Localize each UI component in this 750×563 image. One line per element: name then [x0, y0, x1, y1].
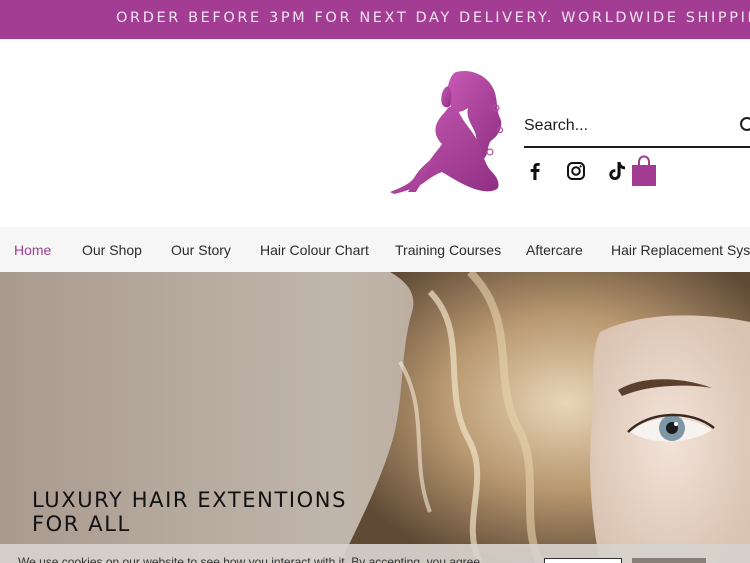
hero-heading: LUXURY HAIR EXTENTIONS FOR ALL: [32, 488, 347, 536]
search-input[interactable]: [524, 114, 724, 138]
cookie-text: We use cookies on our website to see how…: [18, 555, 481, 563]
cookie-accept-button[interactable]: [632, 558, 706, 563]
promo-banner: ORDER BEFORE 3PM FOR NEXT DAY DELIVERY. …: [0, 0, 750, 39]
tiktok-icon[interactable]: [606, 160, 628, 182]
shopping-bag-icon[interactable]: [631, 155, 657, 187]
nav-item-home[interactable]: Home: [14, 242, 51, 258]
cookie-settings-button[interactable]: [544, 558, 622, 563]
nav-item-our-shop[interactable]: Our Shop: [82, 242, 142, 258]
hero-heading-line2: FOR ALL: [32, 512, 131, 536]
nav-item-our-story[interactable]: Our Story: [171, 242, 231, 258]
hero-section: LUXURY HAIR EXTENTIONS FOR ALL: [0, 272, 750, 563]
promo-text: ORDER BEFORE 3PM FOR NEXT DAY DELIVERY. …: [116, 10, 750, 26]
brand-logo[interactable]: [386, 68, 514, 198]
nav-item-training-courses[interactable]: Training Courses: [395, 242, 501, 258]
hero-heading-line1: LUXURY HAIR EXTENTIONS: [32, 488, 348, 512]
nav-item-hair-colour-chart[interactable]: Hair Colour Chart: [260, 242, 369, 258]
facebook-icon[interactable]: [524, 160, 546, 182]
main-nav: Home Our Shop Our Story Hair Colour Char…: [0, 227, 750, 272]
instagram-icon[interactable]: [565, 160, 587, 182]
cookie-banner: We use cookies on our website to see how…: [0, 544, 750, 563]
search-icon[interactable]: [740, 117, 750, 131]
nav-item-hair-replacement[interactable]: Hair Replacement Syste: [611, 242, 750, 258]
nav-item-aftercare[interactable]: Aftercare: [526, 242, 583, 258]
search-bar: [524, 108, 750, 148]
